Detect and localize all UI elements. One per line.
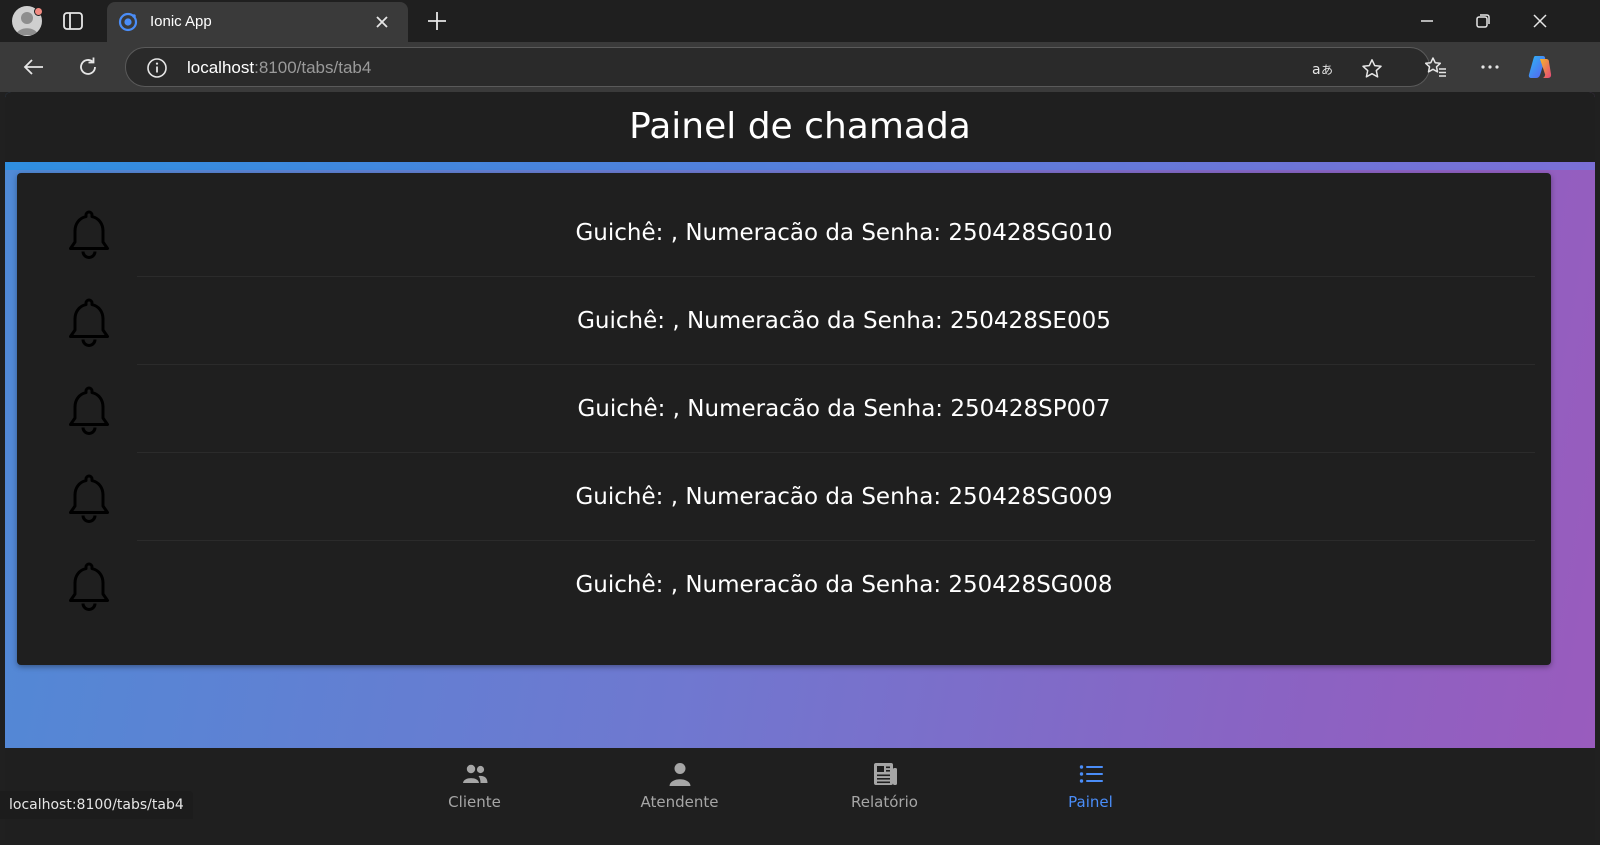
person-icon <box>669 763 691 786</box>
bell-icon <box>69 298 109 347</box>
window-bottom-edge <box>0 840 1600 845</box>
app-viewport: Painel de chamada Guichê: , Numeracão da… <box>5 92 1595 840</box>
svg-text:あ: あ <box>1321 63 1333 77</box>
url-text: localhost:8100/tabs/tab4 <box>187 58 371 78</box>
profile-notification-dot <box>34 7 43 16</box>
newspaper-icon <box>874 763 897 785</box>
url-path: :8100/tabs/tab4 <box>254 58 372 77</box>
plus-icon[interactable] <box>425 9 449 33</box>
tab-label: Cliente <box>448 793 501 811</box>
bell-icon <box>69 562 109 611</box>
svg-text:a: a <box>1312 62 1321 78</box>
people-icon <box>463 764 488 783</box>
call-list-card: Guichê: , Numeracão da Senha: 250428SG01… <box>17 173 1551 665</box>
bell-icon <box>69 386 109 435</box>
call-text: Guichê: , Numeracão da Senha: 250428SP00… <box>577 396 1111 422</box>
tab-actions-icon[interactable] <box>62 10 84 32</box>
star-icon[interactable] <box>1360 57 1384 81</box>
call-text: Guichê: , Numeracão da Senha: 250428SG01… <box>575 220 1113 246</box>
translate-icon[interactable]: aあ <box>1311 57 1335 81</box>
list-item[interactable]: Guichê: , Numeracão da Senha: 250428SG01… <box>17 189 1551 277</box>
browser-titlebar: Ionic App <box>0 0 1600 42</box>
page-title: Painel de chamada <box>629 106 971 147</box>
call-text: Guichê: , Numeracão da Senha: 250428SG00… <box>575 572 1113 598</box>
call-text: Guichê: , Numeracão da Senha: 250428SG00… <box>575 484 1113 510</box>
more-icon[interactable] <box>1477 54 1503 80</box>
close-icon[interactable] <box>373 13 391 31</box>
window-close-icon[interactable] <box>1527 8 1553 34</box>
call-text: Guichê: , Numeracão da Senha: 250428SE00… <box>577 308 1111 334</box>
header-accent-strip <box>5 162 1595 170</box>
list-item[interactable]: Guichê: , Numeracão da Senha: 250428SE00… <box>17 277 1551 365</box>
tab-label: Relatório <box>851 793 918 811</box>
back-icon[interactable] <box>21 54 47 80</box>
list-item[interactable]: Guichê: , Numeracão da Senha: 250428SG00… <box>17 453 1551 541</box>
info-icon[interactable] <box>146 57 168 79</box>
reload-icon[interactable] <box>75 54 101 80</box>
app-header: Painel de chamada <box>5 92 1595 162</box>
tab-cliente[interactable]: Cliente <box>372 748 577 840</box>
minimize-icon[interactable] <box>1414 8 1440 34</box>
browser-tab[interactable]: Ionic App <box>107 2 408 42</box>
browser-toolbar: localhost:8100/tabs/tab4 aあ <box>0 42 1600 92</box>
url-host: localhost <box>187 58 255 77</box>
list-item[interactable]: Guichê: , Numeracão da Senha: 250428SG00… <box>17 541 1551 629</box>
bell-icon <box>69 474 109 523</box>
tab-painel[interactable]: Painel <box>988 748 1193 840</box>
copilot-icon[interactable] <box>1526 53 1554 81</box>
address-bar[interactable]: localhost:8100/tabs/tab4 aあ <box>125 47 1430 87</box>
bottom-tab-bar: Cliente Atendente Relatório Painel <box>5 748 1595 840</box>
favorites-icon[interactable] <box>1422 54 1448 80</box>
status-bar-url: localhost:8100/tabs/tab4 <box>0 791 193 819</box>
tab-atendente[interactable]: Atendente <box>577 748 782 840</box>
tab-title: Ionic App <box>150 13 212 30</box>
tab-label: Painel <box>1068 793 1113 811</box>
ionic-favicon-icon <box>118 12 138 32</box>
list-icon <box>1079 765 1103 783</box>
list-item[interactable]: Guichê: , Numeracão da Senha: 250428SP00… <box>17 365 1551 453</box>
tab-relatorio[interactable]: Relatório <box>782 748 987 840</box>
tab-label: Atendente <box>640 793 719 811</box>
bell-icon <box>69 210 109 259</box>
restore-icon[interactable] <box>1470 8 1496 34</box>
